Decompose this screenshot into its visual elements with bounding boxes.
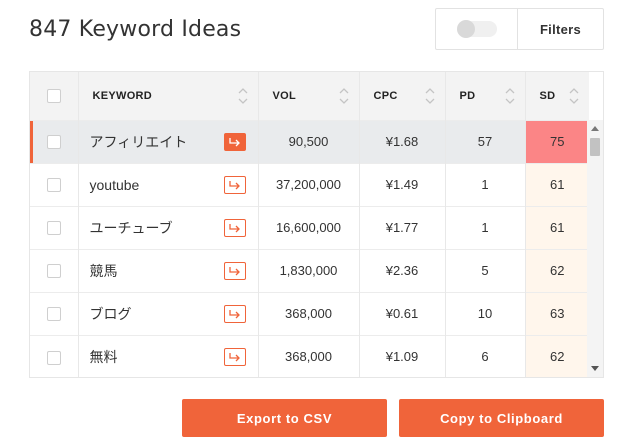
row-checkbox[interactable]: [46, 350, 61, 365]
keyword-cell: アフィリエイト: [78, 119, 259, 163]
row-checkbox[interactable]: [46, 221, 61, 236]
arrow-right-icon: [228, 137, 240, 146]
toolbar: Filters: [435, 8, 604, 50]
cpc-cell: ¥1.68: [359, 119, 446, 163]
sd-cell: 62: [525, 248, 589, 292]
table-row[interactable]: 無料 368,000 ¥1.09 6 62: [30, 334, 589, 377]
vol-cell: 16,600,000: [258, 205, 360, 249]
vol-cell: 1,830,000: [258, 248, 360, 292]
sort-icon: [238, 88, 247, 104]
cpc-cell: ¥1.49: [359, 162, 446, 206]
select-all-checkbox[interactable]: [46, 88, 61, 103]
arrow-right-icon: [228, 352, 240, 362]
row-checkbox[interactable]: [46, 178, 61, 193]
pd-cell: 1: [445, 205, 526, 249]
keyword-cell: youtube: [78, 162, 259, 206]
row-checkbox-cell: [30, 334, 79, 377]
table-header-row: KEYWORD VOL CPC PD SD: [30, 72, 589, 120]
export-csv-button[interactable]: Export to CSV: [182, 399, 387, 437]
sort-icon: [505, 88, 514, 104]
keyword-table-container: KEYWORD VOL CPC PD SD アフィリエイト 90,500 ¥1.…: [29, 71, 604, 378]
table-row[interactable]: 競馬 1,830,000 ¥2.36 5 62: [30, 248, 589, 292]
pd-cell: 1: [445, 162, 526, 206]
table-row[interactable]: ブログ 368,000 ¥0.61 10 63: [30, 291, 589, 335]
keyword-cell: ユーチューブ: [78, 205, 259, 249]
cpc-cell: ¥1.09: [359, 334, 446, 377]
open-keyword-button[interactable]: [223, 304, 246, 323]
arrow-right-icon: [228, 309, 240, 318]
column-header-pd[interactable]: PD: [445, 72, 526, 120]
keyword-table: KEYWORD VOL CPC PD SD アフィリエイト 90,500 ¥1.…: [30, 72, 589, 377]
scrollbar-thumb[interactable]: [590, 138, 600, 156]
sd-cell: 75: [525, 119, 589, 163]
filters-button[interactable]: Filters: [518, 9, 603, 49]
cpc-cell: ¥2.36: [359, 248, 446, 292]
pd-cell: 5: [445, 248, 526, 292]
arrow-right-icon: [228, 223, 240, 232]
open-keyword-button[interactable]: [223, 132, 246, 151]
row-checkbox-cell: [30, 162, 79, 206]
table-row[interactable]: ユーチューブ 16,600,000 ¥1.77 1 61: [30, 205, 589, 249]
sort-icon: [569, 88, 579, 104]
select-all-cell: [30, 72, 79, 120]
arrow-right-icon: [228, 180, 240, 189]
row-checkbox[interactable]: [46, 307, 61, 322]
sort-icon: [339, 88, 348, 104]
filter-toggle[interactable]: [456, 20, 497, 38]
row-checkbox[interactable]: [46, 264, 61, 279]
open-keyword-button[interactable]: [223, 175, 246, 194]
row-checkbox-cell: [30, 119, 79, 163]
scroll-up-icon[interactable]: [591, 126, 599, 131]
cpc-cell: ¥0.61: [359, 291, 446, 335]
sd-cell: 62: [525, 334, 589, 377]
keyword-cell: 無料: [78, 334, 259, 377]
keyword-text: 競馬: [89, 262, 118, 279]
page-title: 847 Keyword Ideas: [29, 17, 242, 42]
vol-cell: 368,000: [258, 291, 360, 335]
keyword-cell: 競馬: [78, 248, 259, 292]
row-checkbox-cell: [30, 291, 79, 335]
keyword-text: youtube: [89, 176, 140, 193]
table-row[interactable]: アフィリエイト 90,500 ¥1.68 57 75: [30, 119, 589, 163]
vol-cell: 90,500: [258, 119, 360, 163]
sort-icon: [425, 88, 434, 104]
open-keyword-button[interactable]: [223, 347, 246, 366]
vol-cell: 368,000: [258, 334, 360, 377]
keyword-text: アフィリエイト: [89, 133, 188, 150]
row-checkbox-cell: [30, 205, 79, 249]
scroll-down-icon[interactable]: [591, 366, 599, 371]
arrow-right-icon: [228, 266, 240, 275]
column-header-cpc[interactable]: CPC: [359, 72, 446, 120]
pd-cell: 10: [445, 291, 526, 335]
open-keyword-button[interactable]: [223, 261, 246, 280]
table-scrollbar[interactable]: [587, 120, 603, 377]
sd-cell: 61: [525, 162, 589, 206]
cpc-cell: ¥1.77: [359, 205, 446, 249]
column-header-keyword[interactable]: KEYWORD: [78, 72, 259, 120]
sd-cell: 63: [525, 291, 589, 335]
vol-cell: 37,200,000: [258, 162, 360, 206]
open-keyword-button[interactable]: [223, 218, 246, 237]
pd-cell: 6: [445, 334, 526, 377]
sd-cell: 61: [525, 205, 589, 249]
toggle-container: [436, 9, 518, 49]
row-checkbox-cell: [30, 248, 79, 292]
pd-cell: 57: [445, 119, 526, 163]
keyword-cell: ブログ: [78, 291, 259, 335]
keyword-text: ユーチューブ: [89, 219, 173, 236]
column-header-vol[interactable]: VOL: [258, 72, 360, 120]
row-checkbox[interactable]: [46, 135, 61, 150]
keyword-text: ブログ: [89, 305, 132, 322]
copy-clipboard-button[interactable]: Copy to Clipboard: [399, 399, 604, 437]
table-row[interactable]: youtube 37,200,000 ¥1.49 1 61: [30, 162, 589, 206]
keyword-text: 無料: [89, 348, 118, 365]
toggle-knob: [456, 20, 475, 38]
column-header-sd[interactable]: SD: [525, 72, 589, 120]
